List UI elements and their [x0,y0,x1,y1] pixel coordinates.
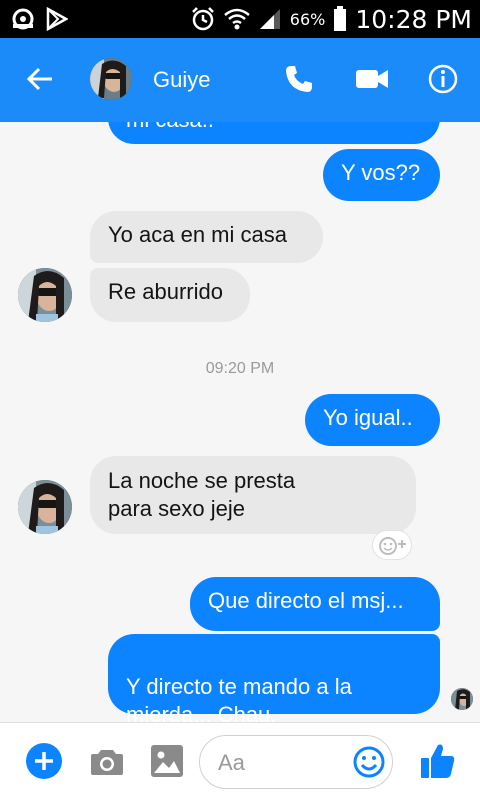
message-timestamp: 09:20 PM [205,360,275,377]
message-incoming[interactable]: La noche se presta para sexo jeje [90,456,416,534]
message-composer: Aa [0,722,480,800]
message-outgoing[interactable]: Que directo el msj... [190,577,440,631]
smiley-icon[interactable] [352,733,386,791]
arrow-left-icon[interactable] [26,66,54,92]
add-button[interactable] [26,743,62,779]
notification-icon [12,8,34,30]
avatar-image [451,688,473,710]
info-icon[interactable] [428,64,458,94]
status-time: 10:28 PM [355,4,472,34]
signal-icon [259,9,280,29]
message-outgoing[interactable]: mi casa.. [108,122,440,144]
message-outgoing[interactable]: Y vos?? [323,149,440,201]
seen-indicator-avatar [451,688,473,710]
status-left-icons [10,6,68,32]
message-text: Y directo te mando a la mierda... Chau. [126,674,352,722]
status-bar: 66% 10:28 PM [0,0,480,38]
message-incoming[interactable]: Re aburrido [90,268,250,322]
image-icon[interactable] [151,745,183,777]
contact-avatar[interactable] [90,58,132,100]
message-outgoing[interactable]: Yo igual.. [305,394,440,446]
play-store-icon [46,7,68,31]
contact-avatar[interactable] [18,268,72,322]
status-right-icons: 66% 10:28 PM [190,0,472,38]
message-incoming[interactable]: Yo aca en mi casa [90,211,323,263]
phone-icon[interactable] [284,64,314,94]
message-outgoing[interactable]: Y directo te mando a la mierda... Chau. … [108,634,440,722]
add-reaction-icon [379,537,406,555]
message-input-placeholder: Aa [218,750,245,775]
thumbs-up-icon[interactable] [421,743,455,779]
alarm-icon [191,7,214,31]
contact-avatar[interactable] [18,480,72,534]
add-reaction-button[interactable] [372,530,412,560]
message-thread[interactable]: mi casa.. Y vos?? Yo aca en mi casa Re a… [0,122,480,722]
avatar-image [90,58,132,100]
contact-name[interactable]: Guiye [153,67,210,93]
plus-icon [35,752,53,770]
avatar-image [18,268,72,322]
battery-percent: 66% [289,9,326,29]
avatar-image [18,480,72,534]
wifi-icon [223,8,250,30]
camera-icon[interactable] [91,747,123,775]
battery-icon [334,6,347,31]
conversation-header: Guiye [0,38,480,122]
video-camera-icon[interactable] [356,68,388,90]
